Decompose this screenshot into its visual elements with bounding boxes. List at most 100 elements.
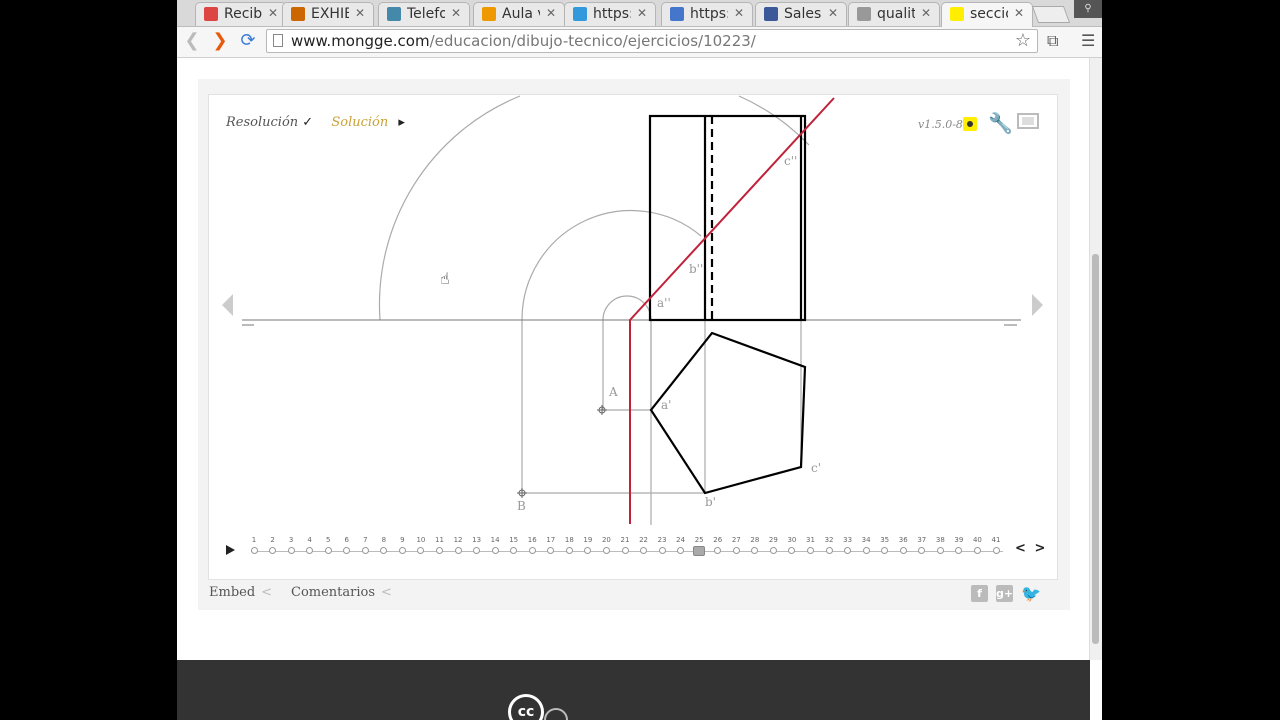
timeline-step[interactable]: 11 [431, 535, 449, 554]
forward-icon[interactable]: ❯ [209, 30, 231, 52]
next-arrow-icon[interactable] [1032, 294, 1043, 316]
step-dot[interactable] [250, 547, 258, 554]
timeline-step[interactable]: 29 [764, 535, 782, 554]
step-dot[interactable] [677, 547, 685, 554]
close-tab-icon[interactable]: ✕ [546, 6, 556, 20]
step-dot[interactable] [491, 547, 499, 554]
timeline-step[interactable]: 23 [653, 535, 671, 554]
step-dot[interactable] [714, 547, 722, 554]
attribution-icon[interactable] [544, 708, 568, 720]
step-dot[interactable] [584, 547, 592, 554]
step-dot[interactable] [751, 547, 759, 554]
scrollbar-thumb[interactable] [1092, 254, 1099, 644]
step-dot[interactable] [398, 547, 406, 554]
resolucion-link[interactable]: Resolución [226, 115, 298, 130]
mongge-logo-icon[interactable] [963, 117, 977, 131]
step-dot[interactable] [862, 547, 870, 554]
extension-icon[interactable]: ⧉ [1047, 31, 1058, 51]
timeline-step[interactable]: 26 [709, 535, 727, 554]
timeline-step[interactable]: 5 [319, 535, 337, 554]
timeline-step[interactable]: 37 [913, 535, 931, 554]
browser-tab[interactable]: https: ✕ [564, 2, 656, 26]
timeline-step[interactable]: 35 [876, 535, 894, 554]
step-dot[interactable] [769, 547, 777, 554]
timeline-step[interactable]: 25 [690, 535, 708, 556]
twitter-icon[interactable]: 🐦 [1021, 585, 1041, 602]
timeline-step[interactable]: 13 [468, 535, 486, 554]
step-dot[interactable] [324, 547, 332, 554]
close-tab-icon[interactable]: ✕ [637, 6, 647, 20]
step-dot[interactable] [992, 547, 1000, 554]
comments-button[interactable]: Comentarios < [291, 585, 392, 600]
timeline-step[interactable]: 28 [746, 535, 764, 554]
timeline-step[interactable]: 8 [375, 535, 393, 554]
timeline-step[interactable]: 32 [820, 535, 838, 554]
browser-tab[interactable]: https: ✕ [661, 2, 753, 26]
embed-button[interactable]: Embed < [209, 585, 272, 600]
timeline-step[interactable]: 33 [839, 535, 857, 554]
timeline-step[interactable]: 21 [616, 535, 634, 554]
timeline-step[interactable]: 3 [282, 535, 300, 554]
creative-commons-icon[interactable]: cc [508, 694, 544, 720]
timeline-step[interactable]: 27 [727, 535, 745, 554]
step-dot[interactable] [454, 547, 462, 554]
timeline-step[interactable]: 6 [338, 535, 356, 554]
reload-icon[interactable]: ⟳ [237, 30, 259, 52]
prev-step-button[interactable]: < [1015, 541, 1026, 556]
previous-arrow-icon[interactable] [222, 294, 233, 316]
step-dot[interactable] [528, 547, 536, 554]
step-dot[interactable] [825, 547, 833, 554]
close-tab-icon[interactable]: ✕ [268, 6, 278, 20]
step-dot[interactable] [693, 546, 706, 556]
step-dot[interactable] [343, 547, 351, 554]
step-dot[interactable] [973, 547, 981, 554]
close-tab-icon[interactable]: ✕ [828, 6, 838, 20]
browser-tab[interactable]: EXHIB ✕ [282, 2, 374, 26]
step-dot[interactable] [287, 547, 295, 554]
step-dot[interactable] [436, 547, 443, 554]
step-dot[interactable] [899, 547, 907, 554]
new-tab-button[interactable] [1031, 6, 1071, 23]
close-tab-icon[interactable]: ✕ [451, 6, 461, 20]
browser-tab[interactable]: Salesi ✕ [755, 2, 847, 26]
timeline-step[interactable]: 9 [393, 535, 411, 554]
timeline-step[interactable]: 7 [356, 535, 374, 554]
step-dot[interactable] [936, 547, 944, 554]
timeline-step[interactable]: 41 [987, 535, 1005, 554]
timeline-step[interactable]: 16 [523, 535, 541, 554]
step-dot[interactable] [380, 547, 388, 554]
timeline-step[interactable]: 34 [857, 535, 875, 554]
timeline-step[interactable]: 12 [449, 535, 467, 554]
next-step-button[interactable]: > [1034, 541, 1045, 556]
address-bar[interactable]: www.mongge.com/educacion/dibujo-tecnico/… [266, 29, 1038, 53]
step-dot[interactable] [602, 547, 610, 554]
step-dot[interactable] [640, 547, 648, 554]
step-dot[interactable] [306, 547, 314, 554]
step-dot[interactable] [621, 547, 629, 554]
timeline-step[interactable]: 4 [301, 535, 319, 554]
timeline-step[interactable]: 18 [560, 535, 578, 554]
step-dot[interactable] [732, 547, 740, 554]
step-dot[interactable] [955, 547, 963, 554]
timeline-step[interactable]: 38 [931, 535, 949, 554]
timeline-step[interactable]: 36 [894, 535, 912, 554]
timeline-step[interactable]: 22 [635, 535, 653, 554]
timeline-step[interactable]: 10 [412, 535, 430, 554]
timeline-step[interactable]: 31 [802, 535, 820, 554]
step-dot[interactable] [807, 547, 814, 554]
step-dot[interactable] [565, 547, 573, 554]
play-small-icon[interactable]: ▸ [398, 115, 405, 130]
back-icon[interactable]: ❮ [181, 30, 203, 52]
timeline-step[interactable]: 39 [950, 535, 968, 554]
step-dot[interactable] [361, 547, 369, 554]
timeline-step[interactable]: 30 [783, 535, 801, 554]
browser-tab[interactable]: Recibi ✕ [195, 2, 287, 26]
wrench-icon[interactable]: 🔧 [988, 111, 1013, 135]
browser-tab[interactable]: qualit ✕ [848, 2, 940, 26]
close-tab-icon[interactable]: ✕ [1014, 6, 1024, 20]
timeline-step[interactable]: 14 [486, 535, 504, 554]
menu-icon[interactable]: ☰ [1081, 31, 1095, 50]
timeline-step[interactable]: 20 [597, 535, 615, 554]
step-dot[interactable] [269, 547, 277, 554]
play-icon[interactable] [226, 545, 235, 555]
